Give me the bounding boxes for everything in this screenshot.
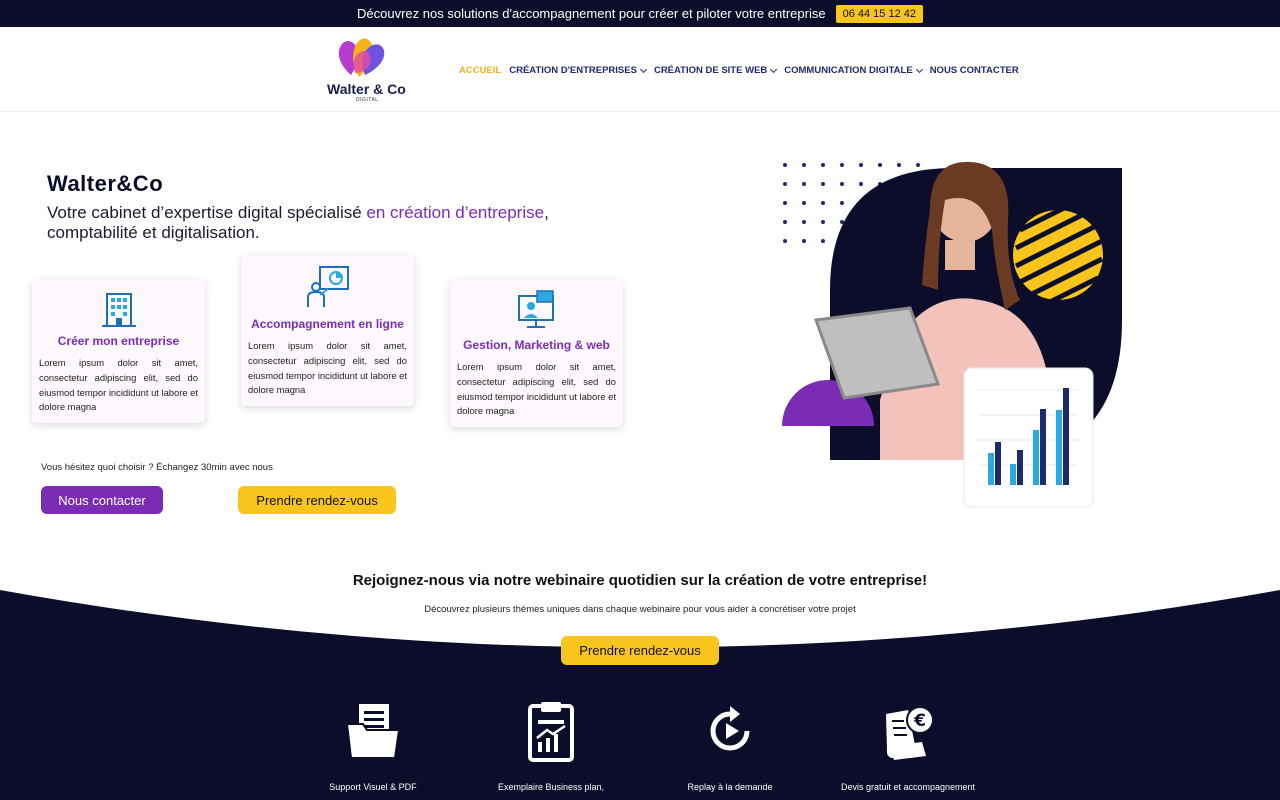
nav-item-label: ACCUEIL <box>459 65 502 76</box>
phone-number-badge[interactable]: 06 44 15 12 42 <box>835 4 923 23</box>
nav-item-creation-entreprises[interactable]: CRÉATION D'ENTREPRISES <box>509 65 647 76</box>
card-title: Gestion, Marketing & web <box>463 338 610 352</box>
feature-business-plan: Exemplaire Business plan, <box>471 700 631 792</box>
appointment-button[interactable]: Prendre rendez-vous <box>238 486 396 514</box>
nav-item-label: NOUS CONTACTER <box>929 65 1019 76</box>
webinar-title: Rejoignez-nous via notre webinaire quoti… <box>352 572 928 589</box>
svg-text:€: € <box>913 711 926 731</box>
hero-subtitle: Votre cabinet d’expertise digital spécia… <box>47 203 627 243</box>
feature-label: Replay à la demande <box>687 782 773 792</box>
hero-subtitle-highlight: en création d’entreprise <box>366 203 545 222</box>
service-card-gestion[interactable]: Gestion, Marketing & web Lorem ipsum dol… <box>450 280 623 428</box>
card-title: Créer mon entreprise <box>57 334 180 348</box>
announcement-text: Découvrez nos solutions d'accompagnement… <box>357 6 826 21</box>
clipboard-chart-icon <box>528 702 574 762</box>
logo-sub-text: DIGITAL <box>356 97 379 103</box>
folder-document-icon <box>345 704 401 759</box>
webinar-appointment-button[interactable]: Prendre rendez-vous <box>561 636 719 665</box>
nav-item-label: CRÉATION D'ENTREPRISES <box>509 65 637 76</box>
chevron-down-icon <box>639 65 647 73</box>
top-announcement-bar: Découvrez nos solutions d'accompagnement… <box>0 0 1280 27</box>
card-text: Lorem ipsum dolor sit amet, consectetur … <box>248 340 407 396</box>
card-text: Lorem ipsum dolor sit amet, consectetur … <box>457 361 616 417</box>
nav-item-nous-contacter[interactable]: NOUS CONTACTER <box>930 65 1019 76</box>
main-nav: ACCUEIL CRÉATION D'ENTREPRISES CRÉATION … <box>459 65 1019 76</box>
invoice-euro-icon: € <box>886 706 934 760</box>
replay-icon <box>710 706 750 751</box>
hero-illustration <box>782 161 1122 508</box>
contact-button[interactable]: Nous contacter <box>41 486 163 514</box>
feature-support-visuel: Support Visuel & PDF <box>293 700 453 792</box>
site-header: Walter & Co DIGITAL ACCUEIL CRÉATION D'E… <box>0 27 1280 112</box>
nav-item-creation-site-web[interactable]: CRÉATION DE SITE WEB <box>653 65 778 76</box>
webinar-subtitle: Découvrez plusieurs thèmes uniques dans … <box>424 604 856 615</box>
service-card-accompagnement[interactable]: Accompagnement en ligne Lorem ipsum dolo… <box>241 255 414 407</box>
site-logo[interactable]: Walter & Co DIGITAL <box>325 35 406 105</box>
nav-item-label: CRÉATION DE SITE WEB <box>653 65 768 76</box>
dark-section-background <box>0 590 1280 800</box>
service-card-creation[interactable]: Créer mon entreprise Lorem ipsum dolor s… <box>32 280 205 424</box>
chevron-down-icon <box>915 65 923 73</box>
card-text: Lorem ipsum dolor sit amet, consectetur … <box>39 357 198 413</box>
feature-label: Exemplaire Business plan, <box>497 782 605 792</box>
feature-label: Support Visuel & PDF <box>329 782 417 792</box>
monitor-chat-icon <box>517 290 554 328</box>
feature-devis: € Devis gratuit et accompagnement <box>828 700 988 792</box>
hero-title: Walter&Co <box>47 171 164 196</box>
card-title: Accompagnement en ligne <box>251 317 404 331</box>
nav-item-communication-digitale[interactable]: COMMUNICATION DIGITALE <box>784 65 923 76</box>
logo-brand-text: Walter & Co <box>327 81 406 97</box>
building-icon <box>101 293 136 327</box>
nav-item-accueil[interactable]: ACCUEIL <box>459 65 501 76</box>
hero-subtitle-text: Votre cabinet d’expertise digital spécia… <box>47 203 367 222</box>
nav-item-label: COMMUNICATION DIGITALE <box>784 65 913 76</box>
logo-hearts-icon <box>338 38 385 77</box>
hesitate-text: Vous hésitez quoi choisir ? Échangez 30m… <box>41 462 273 473</box>
chevron-down-icon <box>770 65 778 73</box>
feature-label: Devis gratuit et accompagnement <box>840 782 976 792</box>
feature-replay: Replay à la demande <box>650 700 810 792</box>
presentation-icon <box>306 266 349 307</box>
